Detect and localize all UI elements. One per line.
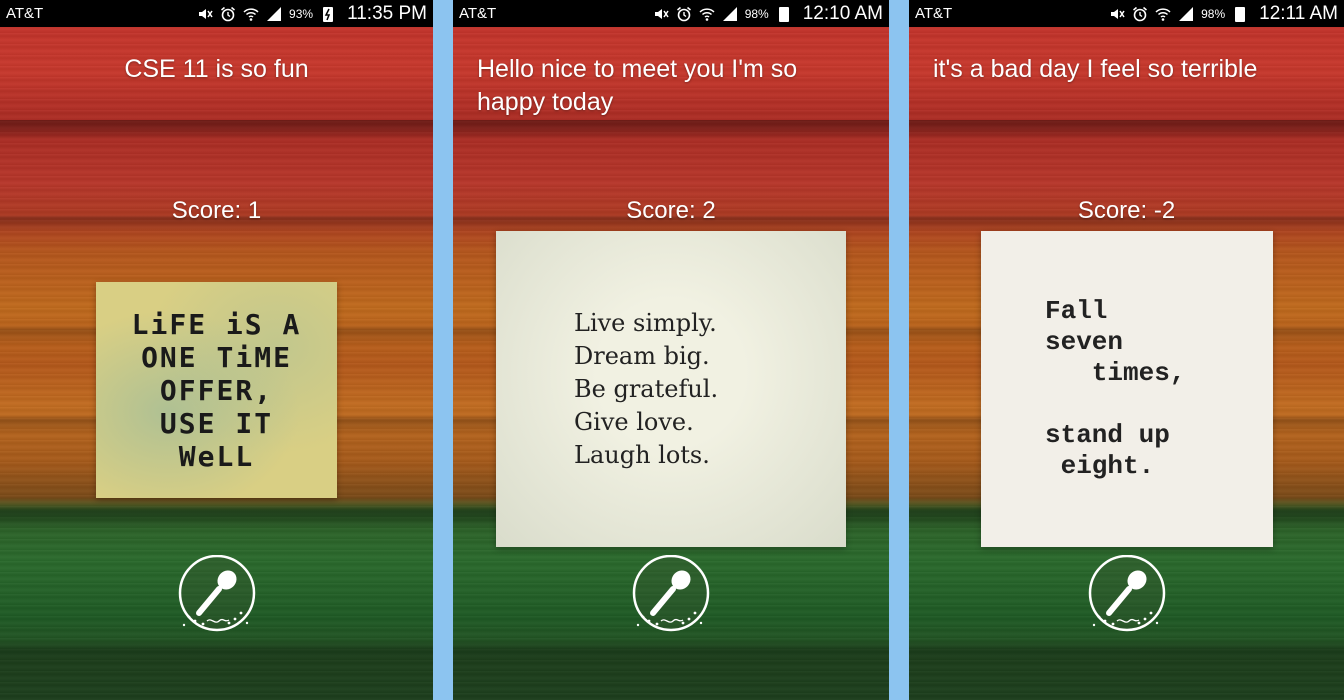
mute-icon <box>199 8 213 19</box>
alarm-icon <box>221 6 236 21</box>
quote-image: Fall seven times, stand up eight. <box>981 231 1273 547</box>
score-label: Score: 2 <box>626 197 716 224</box>
quote-line: eight. <box>1045 451 1155 481</box>
spoken-text: CSE 11 is so fun <box>124 55 309 83</box>
phone-screen-2: AT&T 98% 12:10 AM Hello nice to meet you… <box>453 0 889 700</box>
wifi-icon <box>243 7 259 21</box>
quote-line: Live simply. <box>574 308 717 337</box>
quote-line: Laugh lots. <box>574 440 710 469</box>
quote-line: Dream big. <box>574 341 710 370</box>
quote-image: Live simply. Dream big. Be grateful. Giv… <box>496 231 846 547</box>
spoken-text: it's a bad day I feel so terrible <box>933 55 1258 83</box>
microphone-button[interactable] <box>1085 555 1169 639</box>
battery-icon <box>323 6 334 22</box>
wifi-icon <box>699 7 715 21</box>
signal-icon <box>1179 6 1194 21</box>
quote-image: LiFE iS A ONE TiME OFFER, USE IT WeLL <box>96 282 337 498</box>
quote-line: Give love. <box>574 407 694 436</box>
microphone-button[interactable] <box>175 555 259 639</box>
signal-icon <box>722 6 737 21</box>
clock: 12:10 AM <box>802 2 883 24</box>
battery-percent: 98% <box>1201 6 1226 21</box>
carrier-label: AT&T <box>459 5 497 22</box>
alarm-icon <box>1133 6 1148 21</box>
clock: 11:35 PM <box>347 2 427 24</box>
quote-line <box>1045 389 1273 420</box>
clock: 12:11 AM <box>1259 2 1338 24</box>
carrier-label: AT&T <box>6 5 44 22</box>
score-label: Score: -2 <box>1077 197 1176 224</box>
status-bar: AT&T 93% 11:35 PM <box>0 0 433 27</box>
quote-line: times, <box>1045 358 1186 388</box>
battery-percent: 98% <box>744 6 769 21</box>
battery-percent: 93% <box>289 6 314 21</box>
mute-icon <box>654 8 669 19</box>
wifi-icon <box>1155 7 1171 21</box>
quote-line: WeLL <box>178 439 255 473</box>
quote-line: LiFE iS A <box>131 307 302 341</box>
phone-screen-3: AT&T 98% 12:11 AM it's a bad day I feel … <box>909 0 1344 700</box>
quote-line: OFFER, <box>159 373 274 407</box>
battery-icon <box>778 6 789 22</box>
signal-icon <box>267 6 282 21</box>
quote-line: USE IT <box>159 406 274 440</box>
spoken-text: Hello nice to meet you I'm so happy toda… <box>477 55 798 116</box>
status-bar: AT&T 98% 12:10 AM <box>453 0 889 27</box>
score-label: Score: 1 <box>171 197 262 224</box>
quote-line: Be grateful. <box>574 374 719 403</box>
status-bar: AT&T 98% 12:11 AM <box>909 0 1344 27</box>
quote-line: seven <box>1045 327 1124 357</box>
quote-line: ONE TiME <box>141 340 292 374</box>
mute-icon <box>1111 8 1125 19</box>
phone-screen-1: AT&T 93% 11:35 PM CSE 11 is so fun Score… <box>0 0 433 700</box>
battery-icon <box>1235 6 1246 22</box>
microphone-button[interactable] <box>629 555 713 639</box>
quote-line: Fall <box>1045 296 1108 326</box>
quote-line: stand up <box>1045 420 1170 450</box>
carrier-label: AT&T <box>915 5 953 22</box>
alarm-icon <box>676 6 691 21</box>
